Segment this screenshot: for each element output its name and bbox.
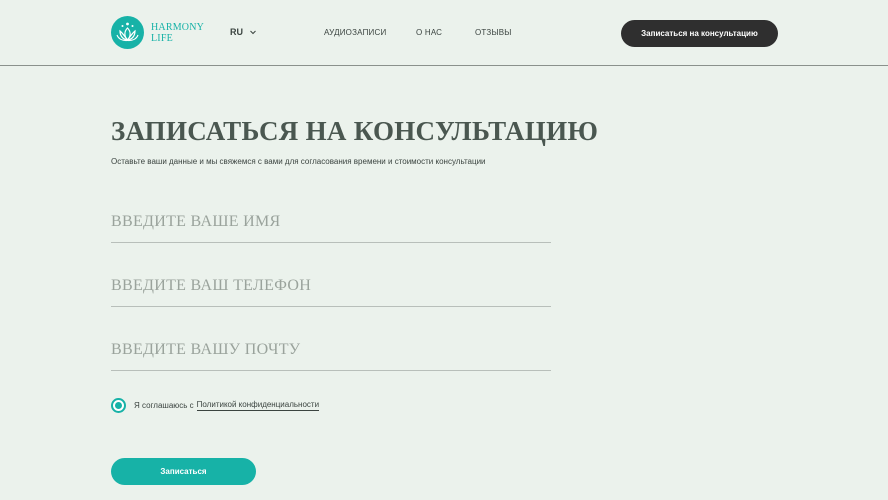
phone-input[interactable] — [111, 277, 551, 295]
language-selector[interactable]: RU — [230, 27, 257, 37]
book-consultation-button[interactable]: Записаться на консультацию — [621, 20, 778, 47]
privacy-policy-link[interactable]: Политикой конфиденциальности — [196, 400, 320, 411]
nav-item-reviews[interactable]: ОТЗЫВЫ — [475, 28, 512, 37]
email-field — [111, 327, 551, 371]
consent-label: Я соглашаюсь с — [134, 401, 194, 410]
page-title: ЗАПИСАТЬСЯ НА КОНСУЛЬТАЦИЮ — [111, 116, 599, 146]
phone-field — [111, 263, 551, 307]
page-subtitle: Оставьте ваши данные и мы свяжемся с вам… — [111, 157, 486, 166]
logo[interactable]: HARMONY LIFE — [111, 16, 204, 49]
name-field — [111, 199, 551, 243]
logo-text: HARMONY LIFE — [151, 22, 204, 44]
lotus-icon — [111, 16, 144, 49]
site-header: HARMONY LIFE RU АУДИОЗАПИСИ О НАС ОТЗЫВЫ… — [0, 0, 888, 66]
consent-row: Я соглашаюсь с Политикой конфиденциально… — [111, 398, 320, 413]
logo-text-line1: HARMONY — [151, 21, 205, 33]
consent-radio[interactable] — [111, 398, 126, 413]
language-label: RU — [230, 27, 243, 37]
nav-item-about[interactable]: О НАС — [416, 28, 442, 37]
name-input[interactable] — [111, 213, 551, 231]
submit-button[interactable]: Записаться — [111, 458, 256, 485]
consent-radio-dot — [115, 402, 122, 409]
email-input[interactable] — [111, 341, 551, 359]
chevron-down-icon — [250, 30, 256, 35]
nav-item-audio[interactable]: АУДИОЗАПИСИ — [324, 28, 386, 37]
logo-text-line2: LIFE — [151, 32, 173, 44]
